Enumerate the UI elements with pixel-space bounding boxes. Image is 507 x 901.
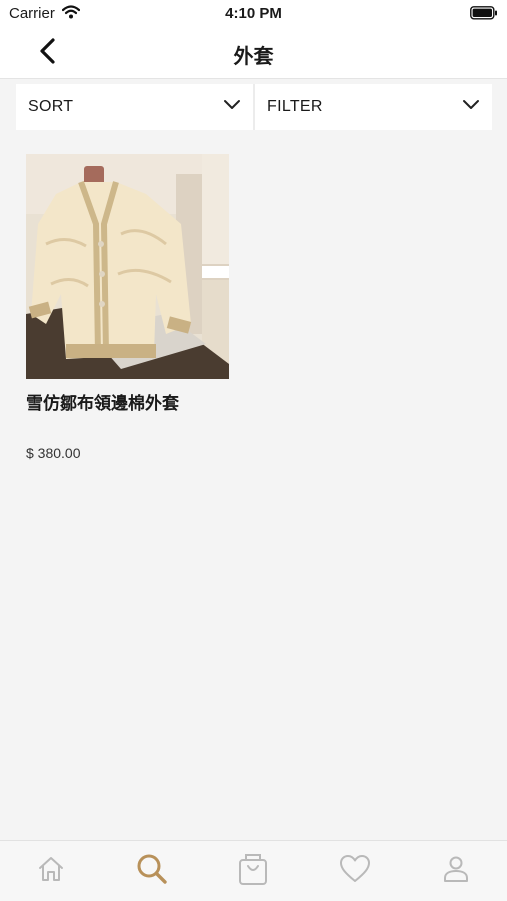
sort-button[interactable]: SORT: [16, 84, 253, 130]
status-bar: Carrier 4:10 PM: [0, 0, 507, 28]
heart-icon: [339, 854, 371, 889]
profile-icon: [441, 854, 471, 889]
product-price: $ 380.00: [26, 445, 81, 461]
filter-label: FILTER: [267, 98, 323, 115]
product-image[interactable]: [26, 154, 229, 379]
tab-bar: [0, 840, 507, 901]
product-card[interactable]: 雪仿鄒布領邊棉外套 $ 380.00: [26, 154, 229, 461]
bag-icon: [237, 852, 269, 891]
tab-profile[interactable]: [426, 846, 486, 896]
tab-search[interactable]: [122, 846, 182, 896]
chevron-down-icon: [462, 98, 480, 116]
filter-button[interactable]: FILTER: [253, 84, 492, 130]
chevron-down-icon: [223, 98, 241, 116]
nav-bar: 外套: [0, 28, 507, 79]
sort-label: SORT: [28, 98, 74, 115]
product-name[interactable]: 雪仿鄒布領邊棉外套: [26, 393, 186, 415]
status-time: 4:10 PM: [225, 5, 282, 22]
search-icon: [135, 852, 169, 891]
home-icon: [36, 854, 66, 889]
battery-icon: [470, 6, 498, 25]
sort-filter-bar: SORT FILTER: [16, 84, 492, 130]
tab-cart[interactable]: [223, 846, 283, 896]
tab-favorites[interactable]: [325, 846, 385, 896]
page-title: 外套: [233, 46, 274, 68]
tab-home[interactable]: [21, 846, 81, 896]
